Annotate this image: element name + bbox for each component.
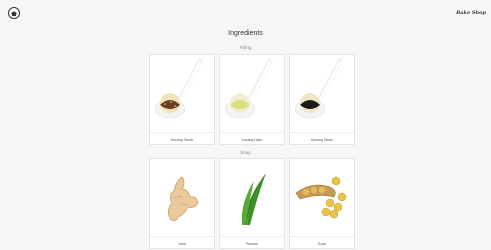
- peanut-filling-spoon-icon: [154, 58, 203, 119]
- ingredient-label: Pandan: [245, 242, 259, 246]
- top-bar: Bake Shop: [0, 0, 491, 22]
- page: Bake Shop Ingredients Filling Kacang Tan…: [0, 0, 491, 250]
- ingredient-label: Kacang Hitam: [311, 138, 333, 142]
- card-divider: [220, 236, 284, 237]
- black-bean-filling-spoon-icon: [294, 58, 343, 119]
- card-divider: [150, 132, 214, 133]
- soybeans-icon: [295, 176, 347, 219]
- ingredient-label: Kacang Tanah: [170, 138, 194, 142]
- ingredient-card-kacang-hitam[interactable]: Kacang Hitam: [289, 54, 355, 145]
- page-title: Ingredients: [228, 30, 263, 37]
- ingredient-card-pandan[interactable]: Pandan: [219, 158, 285, 249]
- ingredient-card-soya[interactable]: Soya: [289, 158, 355, 249]
- soup-grid: Jahe Pandan Soya: [149, 158, 356, 249]
- ingredient-card-kacang-tanah[interactable]: Kacang Tanah: [149, 54, 215, 145]
- logo-icon[interactable]: [8, 7, 20, 19]
- ginger-root-icon: [168, 176, 199, 221]
- ingredient-label: Kacang Hijau: [241, 138, 263, 142]
- card-divider: [290, 236, 354, 237]
- section-label-filling: Filling: [239, 45, 252, 50]
- section-label-soup: Soup: [240, 150, 251, 155]
- pandan-leaves-icon: [241, 173, 266, 226]
- card-divider: [150, 236, 214, 237]
- card-divider: [220, 132, 284, 133]
- ingredient-label: Jahe: [178, 242, 186, 246]
- filling-grid: Kacang Tanah Kacang Hijau Kacang Hitam: [149, 54, 356, 145]
- brand-name[interactable]: Bake Shop: [456, 10, 486, 16]
- mung-bean-filling-spoon-icon: [224, 58, 273, 119]
- ingredient-card-kacang-hijau[interactable]: Kacang Hijau: [219, 54, 285, 145]
- ingredient-card-jahe[interactable]: Jahe: [149, 158, 215, 249]
- ingredient-label: Soya: [318, 242, 326, 246]
- card-divider: [290, 132, 354, 133]
